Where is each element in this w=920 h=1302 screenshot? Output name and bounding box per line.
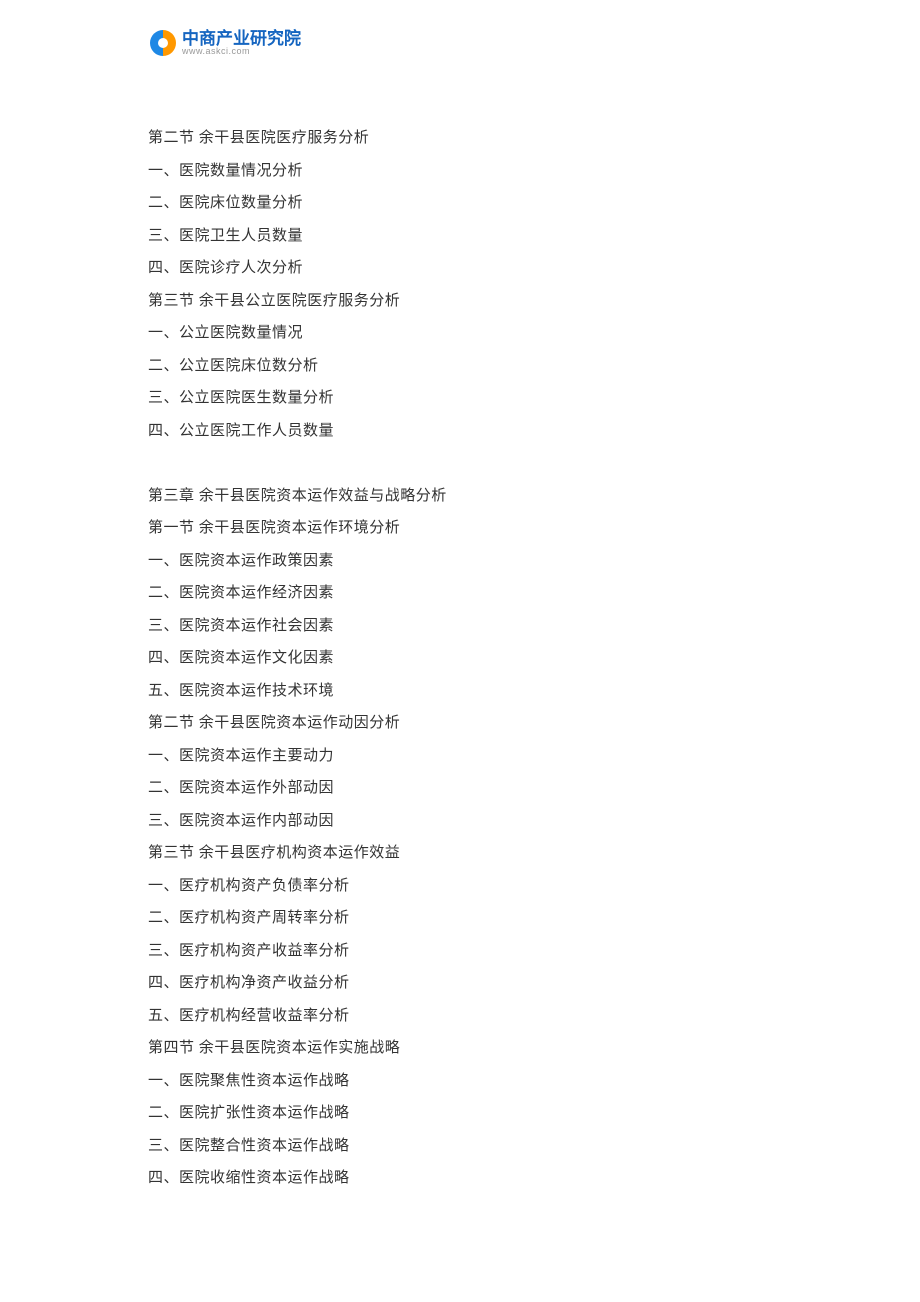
- toc-line: 四、医疗机构净资产收益分析: [148, 967, 768, 1000]
- logo-icon: [148, 28, 178, 58]
- toc-line: 四、医院诊疗人次分析: [148, 252, 768, 285]
- toc-line: 二、医院资本运作外部动因: [148, 772, 768, 805]
- toc-line: 五、医疗机构经营收益率分析: [148, 1000, 768, 1033]
- logo-text-en: www.askci.com: [182, 47, 301, 56]
- toc-line: 二、医院床位数量分析: [148, 187, 768, 220]
- toc-content: 第二节 余干县医院医疗服务分析 一、医院数量情况分析 二、医院床位数量分析 三、…: [148, 122, 768, 1195]
- toc-line: 第二节 余干县医院医疗服务分析: [148, 122, 768, 155]
- toc-line: 四、公立医院工作人员数量: [148, 415, 768, 448]
- toc-line: 三、医疗机构资产收益率分析: [148, 935, 768, 968]
- toc-line: 三、公立医院医生数量分析: [148, 382, 768, 415]
- toc-line: 第二节 余干县医院资本运作动因分析: [148, 707, 768, 740]
- toc-line: 第四节 余干县医院资本运作实施战略: [148, 1032, 768, 1065]
- toc-line: 一、医疗机构资产负债率分析: [148, 870, 768, 903]
- toc-line: 五、医院资本运作技术环境: [148, 675, 768, 708]
- toc-line: 三、医院资本运作内部动因: [148, 805, 768, 838]
- toc-line: 四、医院资本运作文化因素: [148, 642, 768, 675]
- toc-line: 一、医院聚焦性资本运作战略: [148, 1065, 768, 1098]
- toc-line: 一、医院数量情况分析: [148, 155, 768, 188]
- toc-line: 二、医院资本运作经济因素: [148, 577, 768, 610]
- section-gap: [148, 447, 768, 480]
- toc-line: 二、医院扩张性资本运作战略: [148, 1097, 768, 1130]
- toc-line: 第三节 余干县公立医院医疗服务分析: [148, 285, 768, 318]
- toc-line: 二、医疗机构资产周转率分析: [148, 902, 768, 935]
- toc-line: 第三章 余干县医院资本运作效益与战略分析: [148, 480, 768, 513]
- toc-line: 三、医院整合性资本运作战略: [148, 1130, 768, 1163]
- logo-text-cn: 中商产业研究院: [182, 30, 301, 47]
- toc-line: 一、医院资本运作政策因素: [148, 545, 768, 578]
- toc-line: 第一节 余干县医院资本运作环境分析: [148, 512, 768, 545]
- toc-line: 一、医院资本运作主要动力: [148, 740, 768, 773]
- logo: 中商产业研究院 www.askci.com: [148, 28, 301, 58]
- toc-line: 第三节 余干县医疗机构资本运作效益: [148, 837, 768, 870]
- toc-line: 三、医院卫生人员数量: [148, 220, 768, 253]
- toc-line: 三、医院资本运作社会因素: [148, 610, 768, 643]
- logo-text-group: 中商产业研究院 www.askci.com: [182, 30, 301, 56]
- toc-line: 四、医院收缩性资本运作战略: [148, 1162, 768, 1195]
- toc-line: 二、公立医院床位数分析: [148, 350, 768, 383]
- toc-line: 一、公立医院数量情况: [148, 317, 768, 350]
